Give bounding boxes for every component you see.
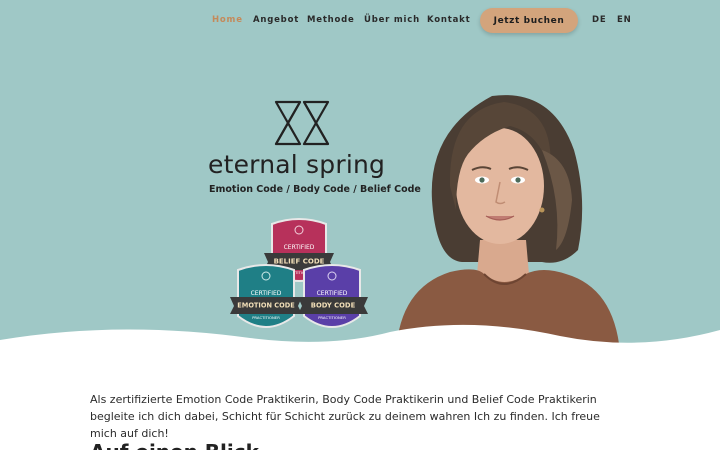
nav-item-angebot[interactable]: Angebot (253, 15, 299, 25)
hero-section: Home Angebot Methode Über mich Kontakt J… (0, 0, 720, 360)
main-navigation: Home Angebot Methode Über mich Kontakt J… (0, 0, 720, 42)
brand-tagline: Emotion Code / Body Code / Belief Code (209, 184, 421, 195)
brand-name: eternal spring (208, 150, 386, 179)
language-en-link[interactable]: EN (617, 15, 632, 25)
intro-paragraph: Als zertifizierte Emotion Code Praktiker… (90, 393, 600, 440)
book-now-button[interactable]: Jetzt buchen (480, 8, 578, 33)
logo-mark-icon (274, 100, 330, 146)
badge-belief-top-text: CERTIFIED (284, 244, 315, 251)
badge-emotion-top-text: CERTIFIED (251, 290, 282, 297)
language-de-link[interactable]: DE (592, 15, 606, 25)
section-heading: Auf einen Blick (90, 440, 259, 450)
nav-item-methode[interactable]: Methode (307, 15, 355, 25)
badge-body-top-text: CERTIFIED (317, 290, 348, 297)
nav-item-home[interactable]: Home (212, 15, 243, 25)
hero-wave-divider (0, 324, 720, 360)
badge-body-name: BODY CODE (311, 302, 356, 310)
badge-belief-name: BELIEF CODE (274, 258, 325, 266)
nav-item-kontakt[interactable]: Kontakt (427, 15, 470, 25)
badge-emotion-name: EMOTION CODE (237, 302, 295, 310)
nav-item-ueber-mich[interactable]: Über mich (364, 15, 420, 25)
portrait-photo (396, 95, 620, 352)
